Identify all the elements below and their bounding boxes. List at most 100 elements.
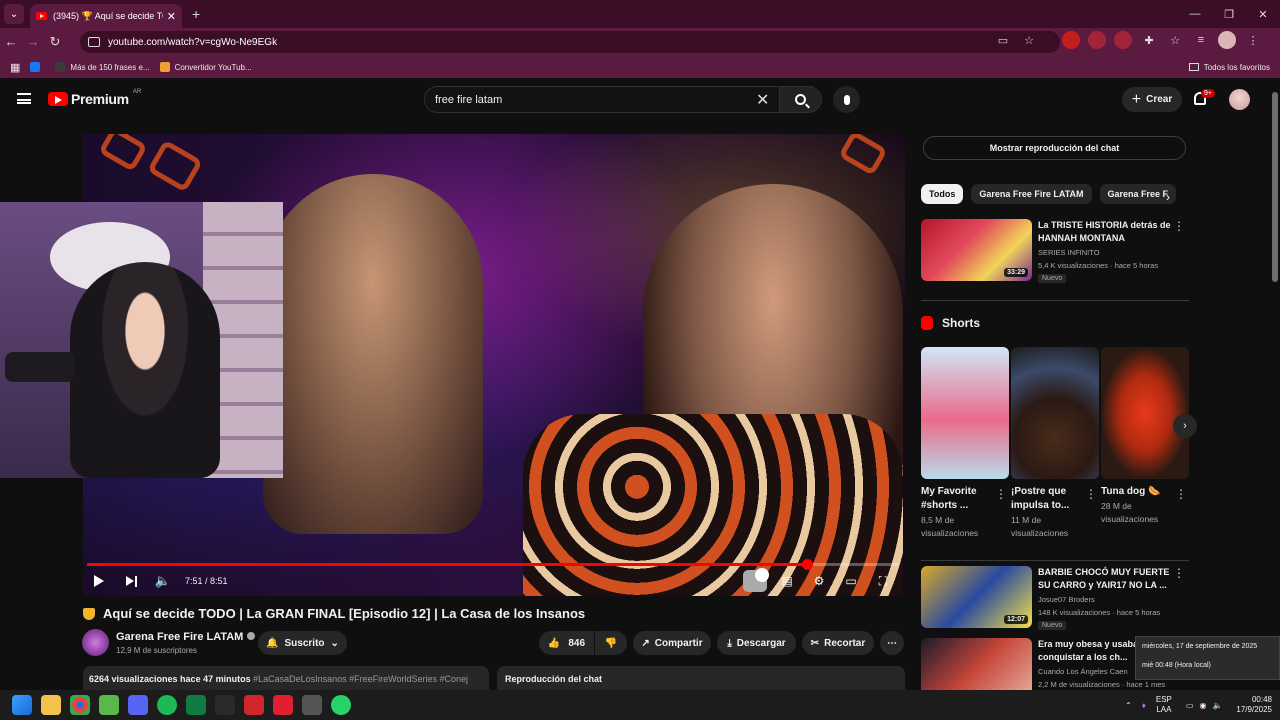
more-horizontal-icon: ⋯ [887,637,897,649]
tray-app-icon[interactable]: ♦ [1142,701,1146,710]
more-vertical-icon[interactable]: ⋮ [1175,487,1187,501]
channel-name[interactable]: Garena Free Fire LATAM [116,631,256,643]
network-icon[interactable]: ◉ [1199,701,1206,710]
show-chat-replay-button[interactable]: Mostrar reproducción del chat [923,136,1186,160]
extension-icon-3[interactable] [1114,31,1132,49]
recommended-video[interactable]: 33:29 La TRISTE HISTORIA detrás de HANNA… [921,219,1187,287]
video-progress-bar[interactable] [87,559,899,570]
forward-arrow-icon[interactable]: → [22,34,44,49]
autoplay-toggle[interactable] [743,568,769,592]
share-button[interactable]: ↗ Compartir [633,631,711,655]
minimize-icon[interactable]: — [1178,0,1212,28]
app-icon[interactable] [215,695,235,715]
whatsapp-icon[interactable] [331,695,351,715]
theater-mode-icon[interactable]: ▭ [839,570,863,592]
all-bookmarks-folder[interactable]: Todos los favoritos [1188,63,1270,72]
short-thumbnail [1011,347,1099,479]
create-button[interactable]: + Crear [1122,87,1182,112]
spotify-icon[interactable] [157,695,177,715]
chip-garena-latam[interactable]: Garena Free Fire LATAM [971,184,1092,204]
voice-search-button[interactable] [833,86,860,113]
profile-avatar[interactable] [1218,31,1236,49]
apps-grid-icon[interactable]: ▦ [10,61,20,74]
like-button[interactable]: 👍 846 [539,631,594,655]
more-vertical-icon[interactable]: ⋮ [1085,487,1097,501]
more-vertical-icon[interactable]: ⋮ [1173,219,1185,233]
volume-icon[interactable]: 🔈 [147,570,179,592]
short-views: 28 M de visualizaciones [1101,501,1159,524]
new-badge: Nuevo [1038,621,1067,630]
tray-overflow-icon[interactable]: ⌃ [1125,701,1132,710]
taskbar-clock[interactable]: 00:48 17/9/2025 [1236,695,1272,715]
next-video-button[interactable] [115,570,147,592]
chevron-right-icon[interactable]: › [1166,190,1170,204]
facebook-bookmark[interactable] [30,62,45,72]
youtube-premium-logo[interactable]: Premium AR [48,89,141,107]
app-icon[interactable] [302,695,322,715]
app-icon[interactable] [99,695,119,715]
play-button[interactable] [83,570,115,592]
search-button[interactable] [780,86,822,113]
subscriber-count: 12,9 M de suscriptores [116,646,197,655]
short-views: 11 M de visualizaciones [1011,515,1069,538]
search-input[interactable]: free fire latam [424,86,780,113]
subscribed-button[interactable]: 🔔 Suscrito ⌄ [258,631,347,655]
shorts-next-button[interactable]: › [1173,414,1197,438]
address-bar[interactable]: youtube.com/watch?v=cgWo-Ne9EGk [80,31,1060,53]
more-vertical-icon[interactable]: ⋮ [995,487,1007,501]
bookmark-convertidor[interactable]: Convertidor YouTub... [159,62,252,72]
extensions-puzzle-icon[interactable]: ✚ [1140,31,1158,49]
browser-tab-youtube[interactable]: (3945) 🏆 Aquí se decide TODO ✕ [30,4,182,28]
clear-search-icon[interactable]: ✕ [756,90,769,110]
description-box[interactable]: 6264 visualizaciones hace 47 minutos #La… [83,666,489,690]
chat-replay-panel[interactable]: Reproducción del chat [497,666,905,690]
ublock-extension-icon[interactable] [1062,31,1080,49]
page-scrollbar[interactable] [1270,80,1280,690]
video-person-left [263,174,483,534]
short-thumbnail [1101,347,1189,479]
chrome-icon[interactable] [70,695,90,715]
new-tab-button[interactable]: + [192,6,200,22]
hamburger-menu-icon[interactable] [17,93,31,104]
display-icon[interactable]: ▭ [1186,701,1194,710]
speaker-icon[interactable]: 🔈 [1212,701,1222,710]
windows-start-icon[interactable] [12,695,32,715]
site-info-icon[interactable] [88,37,100,47]
recommended-video[interactable]: 12:07 BARBIE CHOCÓ MUY FUERTE SU CARRO y… [921,566,1187,634]
media-control-icon[interactable]: ≡ [1192,31,1210,49]
excel-icon[interactable] [186,695,206,715]
reload-icon[interactable]: ↻ [44,34,66,50]
cast-icon[interactable]: ▭ [994,31,1012,49]
back-arrow-icon[interactable]: ← [0,34,22,49]
short-item[interactable]: Tuna dog 🌭 28 M de visualizaciones ⋮ [1101,347,1189,526]
restore-icon[interactable]: ❐ [1212,0,1246,28]
favorites-icon[interactable]: ☆ [1166,31,1184,49]
app-icon[interactable] [244,695,264,715]
clip-button[interactable]: ✂ Recortar [802,631,874,655]
subtitles-icon[interactable]: ▤ [775,570,799,592]
fullscreen-icon[interactable]: ⛶ [871,570,895,592]
chip-all[interactable]: Todos [921,184,964,204]
channel-avatar[interactable] [82,629,109,656]
download-button[interactable]: ⤓ Descargar [717,631,796,655]
close-window-icon[interactable]: ✕ [1246,0,1280,28]
tab-search-button[interactable]: ⌄ [4,4,24,24]
bookmark-frases[interactable]: Más de 150 frases e... [55,62,150,72]
close-tab-icon[interactable]: ✕ [167,10,176,23]
bookmark-star-icon[interactable]: ☆ [1020,31,1038,49]
settings-gear-icon[interactable]: ⚙ [807,570,831,592]
more-vertical-icon[interactable]: ⋮ [1173,566,1185,580]
more-actions-button[interactable]: ⋯ [880,631,904,655]
browser-menu-icon[interactable]: ⋮ [1244,31,1262,49]
scrollbar-thumb[interactable] [1272,92,1278,282]
chip-garena-free-f[interactable]: Garena Free F [1099,184,1177,204]
extension-icon-2[interactable] [1088,31,1106,49]
language-indicator[interactable]: ESP LAA [1156,695,1172,715]
discord-icon[interactable] [128,695,148,715]
dislike-button[interactable]: 👎 [595,631,627,655]
file-explorer-icon[interactable] [41,695,61,715]
app-icon[interactable] [273,695,293,715]
short-item[interactable]: My Favorite #shorts ... 8,5 M de visuali… [921,347,1009,540]
short-item[interactable]: ¡Postre que impulsa to... 11 M de visual… [1011,347,1099,540]
account-avatar[interactable] [1229,89,1250,110]
